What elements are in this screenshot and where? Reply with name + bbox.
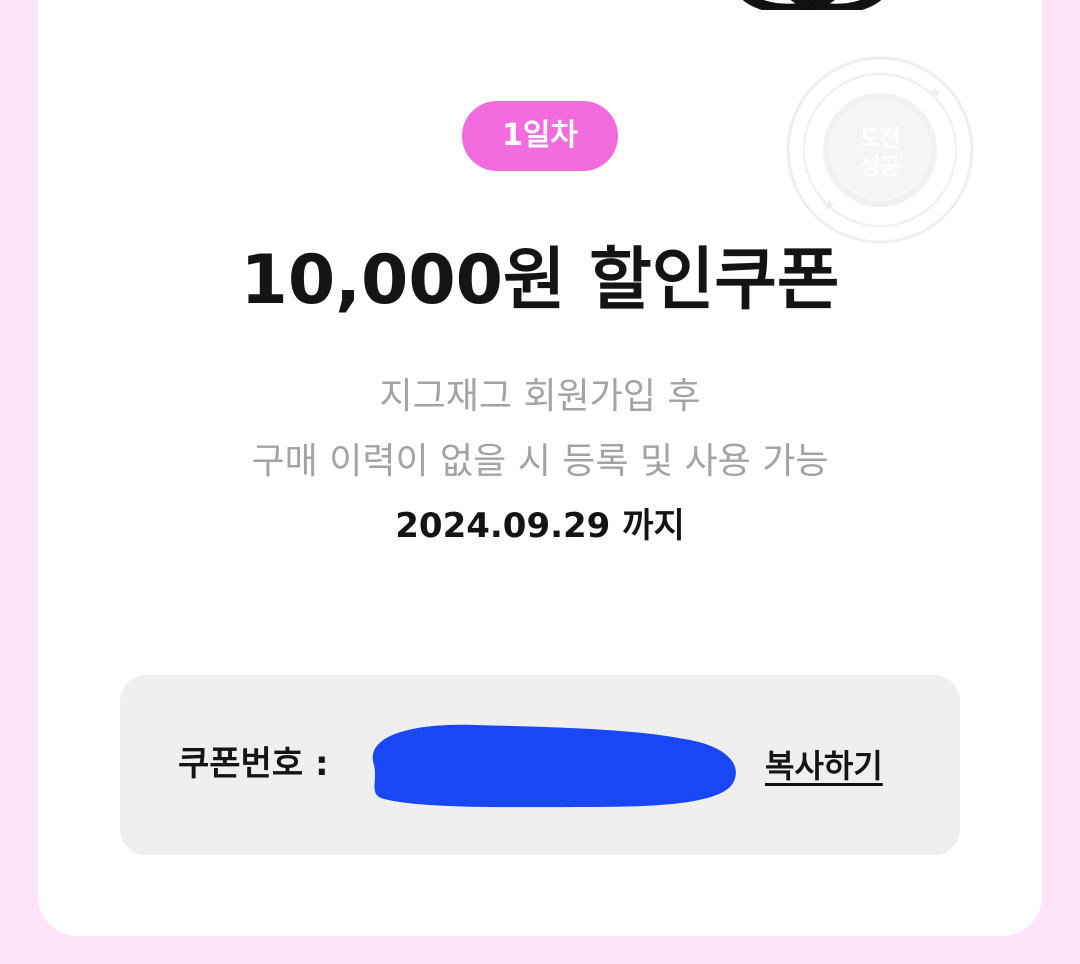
coupon-title: 10,000원 할인쿠폰 (240, 241, 840, 320)
infinity-logo-icon (742, 0, 882, 10)
coupon-code-box: 쿠폰번호 : 복사하기 (120, 675, 960, 855)
coupon-code-redaction (372, 724, 736, 808)
copy-button[interactable]: 복사하기 (765, 743, 883, 789)
expiry-date: 2024.09.29 까지 (395, 506, 685, 546)
condition-line-2: 구매 이력이 없을 시 등록 및 사용 가능 (251, 441, 829, 482)
stamp-icon: 도전 성공 ★ ★ (786, 56, 974, 244)
svg-text:★: ★ (928, 83, 942, 102)
day-badge: 1일차 (462, 101, 618, 171)
coupon-code-label: 쿠폰번호 : (178, 744, 329, 784)
stamp-text-line2: 성공 (860, 155, 900, 180)
stamp-text-line1: 도전 (860, 127, 900, 152)
coupon-card: 도전 성공 ★ ★ 1일차 10,000원 할인쿠폰 지그재그 회원가입 후 구… (38, 0, 1042, 936)
condition-line-1: 지그재그 회원가입 후 (379, 376, 701, 417)
svg-text:★: ★ (822, 195, 836, 214)
